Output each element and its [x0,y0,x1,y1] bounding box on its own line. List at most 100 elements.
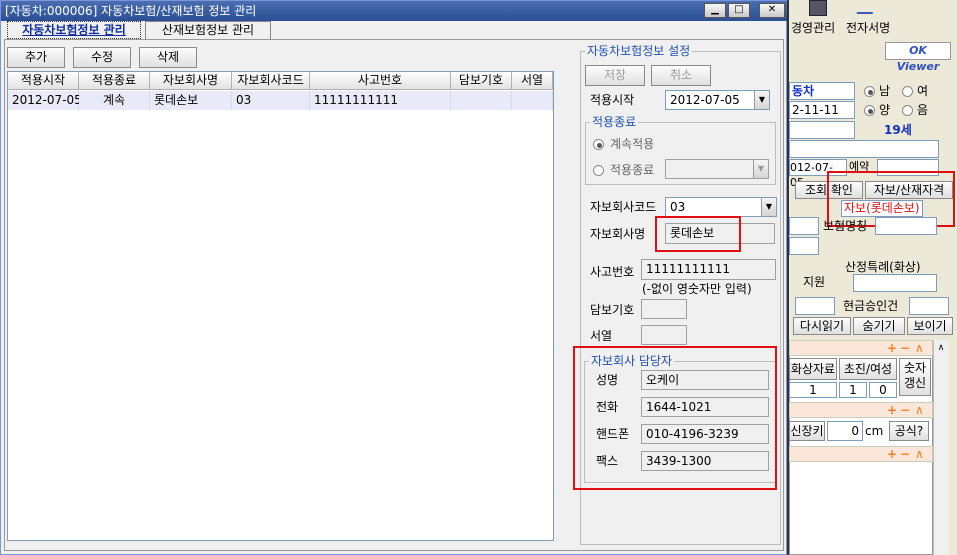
hide-button[interactable]: 숨기기 [853,317,905,335]
column-header[interactable]: 사고번호 [310,72,451,90]
guarantee-label: 담보기호 [590,303,635,317]
minus-icon[interactable]: − [900,340,910,356]
female-radio[interactable] [902,86,913,97]
field-blank[interactable] [789,140,939,158]
section-bar [789,446,933,462]
end-label: 적용종료 [610,163,655,177]
tab-industrial-insurance[interactable]: 산재보험정보 관리 [145,21,271,39]
cash-approval-label: 현금승인건 [843,299,899,313]
show-button[interactable]: 보이기 [907,317,953,335]
chevron-up-icon[interactable]: ∧ [915,446,924,462]
save-button[interactable]: 저장 [585,65,645,86]
special-label: 산정특례(화상) [845,260,921,274]
guarantee-field[interactable] [641,299,687,319]
height-field[interactable]: 0 [827,421,863,441]
field-blank[interactable] [875,217,937,235]
cell-start: 2012-07-05 [8,91,82,110]
start-date-picker[interactable]: 2012-07-05 ▼ [665,90,770,110]
field-blank[interactable] [789,121,855,139]
table-row[interactable]: 2012-07-05 계속 롯데손보 03 11111111111 [8,91,553,110]
cell-company-code: 03 [232,91,310,110]
management-icon[interactable] [809,0,827,16]
height-unit: cm [865,424,884,438]
column-header[interactable]: 적용시작 [8,72,79,90]
start-date-label: 적용시작 [590,93,635,107]
field-blank[interactable] [795,297,835,315]
lunar-radio[interactable] [902,105,913,116]
column-header[interactable]: 자보회사코드 [232,72,310,90]
cell-accident-number: 11111111111 [310,91,451,110]
formula-button[interactable]: 공식? [889,421,929,441]
background-app: 경영관리 전자서명 OK Viewer 동차 남 여 2-11-11 양 음 1… [787,0,957,555]
highlight-box [573,346,777,490]
solar-radio[interactable] [864,105,875,116]
delete-button[interactable]: 삭제 [139,47,197,68]
company-code-label: 자보회사코드 [590,200,657,214]
field-name[interactable]: 동차 [789,82,855,100]
height-button[interactable]: 신장키 [789,421,825,441]
menu-e-signature[interactable]: 전자서명 [846,20,890,36]
count-1: 1 [789,382,837,398]
reload-button[interactable]: 다시읽기 [793,317,851,335]
age-label: 19세 [884,123,912,137]
burn-data-button[interactable]: 화상자료 [789,358,837,380]
minus-icon[interactable]: − [900,446,910,462]
maximize-button[interactable]: □ [728,3,750,18]
male-radio[interactable] [864,86,875,97]
birth-date-field[interactable]: 2-11-11 [789,101,855,119]
accident-number-label: 사고번호 [590,265,635,279]
plus-icon[interactable]: + [887,446,897,462]
scroll-up-icon[interactable]: ∧ [935,342,947,354]
cancel-button[interactable]: 취소 [651,65,711,86]
count-3: 0 [869,382,897,398]
support-label: 지원 [803,275,826,289]
cell-end: 계속 [79,91,150,110]
close-button[interactable]: ✕ [759,3,785,18]
end-radio[interactable] [593,165,604,176]
plus-icon[interactable]: + [887,340,897,356]
section-bar [789,402,933,418]
company-code-select[interactable]: 03 ▼ [665,197,777,217]
chevron-up-icon[interactable]: ∧ [915,402,924,418]
minimize-button[interactable]: ▁ [704,3,726,18]
accident-number-hint: (-없이 영숫자만 입력) [642,282,752,296]
chevron-down-icon[interactable]: ▼ [753,160,768,178]
first-visit-button[interactable]: 초진/여성 [839,358,897,380]
column-header[interactable]: 자보회사명 [150,72,232,90]
field-blank[interactable] [789,237,819,255]
continue-radio[interactable] [593,139,604,150]
column-header[interactable]: 적용종료 [79,72,150,90]
field-blank[interactable] [909,297,949,315]
field-blank[interactable] [789,217,819,235]
minus-icon[interactable]: − [900,402,910,418]
end-date-picker[interactable]: ▼ [665,159,769,179]
cell-company-name: 롯데손보 [150,91,232,110]
female-label: 여 [917,84,929,98]
signature-icon[interactable] [856,0,878,14]
order-field[interactable] [641,325,687,345]
settings-group-title: 자동차보험정보 설정 [585,44,693,58]
male-label: 남 [879,84,891,98]
menu-management[interactable]: 경영관리 [791,20,835,36]
plus-icon[interactable]: + [887,402,897,418]
accident-number-field[interactable]: 11111111111 [641,259,776,280]
company-name-label: 자보회사명 [590,227,646,241]
insurance-grid[interactable]: 적용시작 적용종료 자보회사명 자보회사코드 사고번호 담보기호 서열 2012… [7,71,554,541]
solar-label: 양 [879,103,891,117]
chevron-down-icon[interactable]: ▼ [754,91,769,109]
add-button[interactable]: 추가 [7,47,65,68]
column-header[interactable]: 담보기호 [451,72,512,90]
scrollbar[interactable] [933,340,949,555]
section-bar [789,340,933,356]
company-code-value: 03 [670,200,686,214]
chevron-down-icon[interactable]: ▼ [761,198,776,216]
ok-viewer-button[interactable]: OK Viewer [885,42,951,73]
field-blank[interactable] [853,274,937,292]
refresh-numbers-button[interactable]: 숫자갱신 [899,358,931,396]
cell-order [512,91,553,110]
edit-button[interactable]: 수정 [73,47,131,68]
chevron-up-icon[interactable]: ∧ [915,340,924,356]
column-header[interactable]: 서열 [512,72,553,90]
end-date-group-title: 적용종료 [590,115,639,129]
tab-auto-insurance[interactable]: 자동차보험정보 관리 [7,21,141,39]
